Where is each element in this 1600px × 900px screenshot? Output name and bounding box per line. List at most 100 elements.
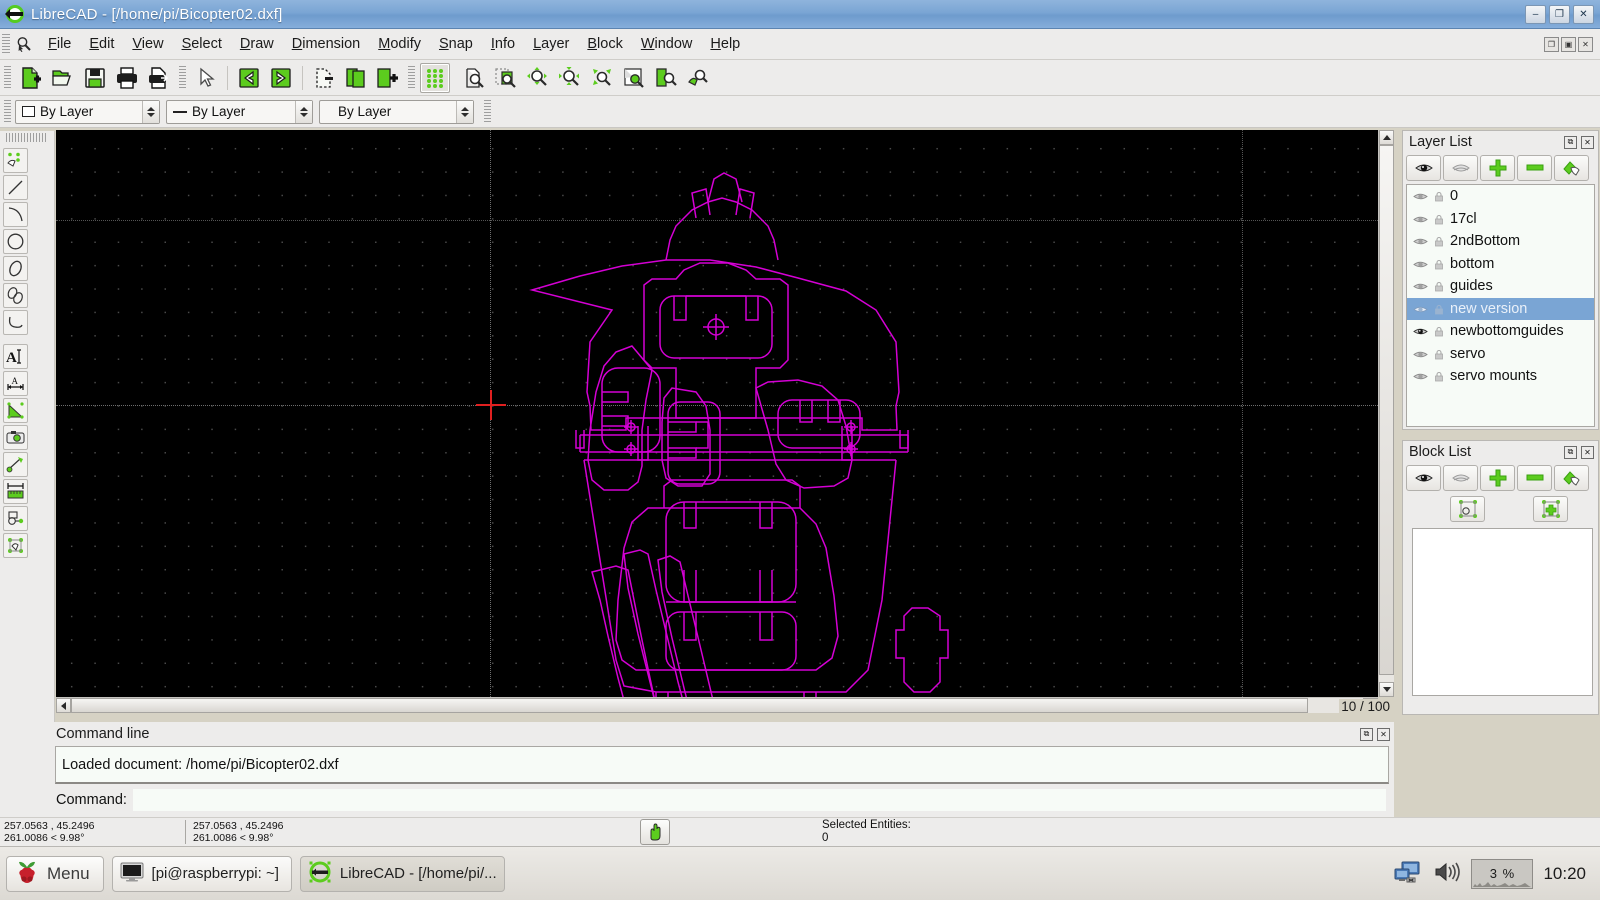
- layer-list-float-button[interactable]: ⧉: [1564, 135, 1577, 149]
- copy-icon[interactable]: [341, 63, 371, 93]
- vertical-scroll-thumb[interactable]: [1379, 145, 1394, 675]
- zoom-page-icon[interactable]: [651, 63, 681, 93]
- layer-row[interactable]: bottom: [1407, 253, 1594, 276]
- zoom-window-icon[interactable]: [459, 63, 489, 93]
- taskbar-window-terminal[interactable]: [pi@raspberrypi: ~]: [111, 855, 292, 892]
- modify-tool-icon[interactable]: [3, 452, 28, 477]
- menu-modify[interactable]: Modify: [369, 32, 430, 56]
- open-file-icon[interactable]: [48, 63, 78, 93]
- file-toolbar-handle[interactable]: [4, 65, 11, 90]
- layer-visibility-icon[interactable]: [1413, 235, 1428, 247]
- new-file-icon[interactable]: [16, 63, 46, 93]
- canvas-horizontal-scrollbar[interactable]: [56, 697, 1378, 713]
- canvas-vertical-scrollbar[interactable]: [1378, 130, 1394, 697]
- arc-tool-icon[interactable]: [3, 202, 28, 227]
- menu-view[interactable]: View: [123, 32, 172, 56]
- zoom-redraw-icon[interactable]: [683, 63, 713, 93]
- layer-row[interactable]: 2ndBottom: [1407, 230, 1594, 253]
- cpu-monitor[interactable]: 3 %: [1471, 858, 1534, 889]
- maximize-button[interactable]: ❐: [1549, 4, 1570, 24]
- layer-visibility-icon[interactable]: [1413, 190, 1428, 202]
- point-tool-icon[interactable]: [3, 148, 28, 173]
- menu-draw[interactable]: Draw: [231, 32, 283, 56]
- block-list-items[interactable]: [1412, 528, 1593, 696]
- layer-row-selected[interactable]: new version: [1407, 297, 1594, 320]
- close-button[interactable]: ✕: [1573, 4, 1594, 24]
- zoom-out-icon[interactable]: [555, 63, 585, 93]
- hatch-tool-icon[interactable]: [3, 398, 28, 423]
- info-tool-icon[interactable]: [3, 506, 28, 531]
- select-pointer-icon[interactable]: [191, 63, 221, 93]
- circle-tool-icon[interactable]: [3, 229, 28, 254]
- hide-all-blocks-icon[interactable]: [1443, 465, 1478, 491]
- menu-dimension[interactable]: Dimension: [283, 32, 370, 56]
- spline-tool-icon[interactable]: [3, 310, 28, 335]
- print-icon[interactable]: [112, 63, 142, 93]
- start-menu-button[interactable]: Menu: [6, 855, 104, 892]
- grid-toolbar-handle[interactable]: [408, 65, 415, 90]
- layer-visibility-icon[interactable]: [1413, 280, 1428, 292]
- cut-icon[interactable]: [309, 63, 339, 93]
- layer-row[interactable]: newbottomguides: [1407, 320, 1594, 343]
- layer-visibility-icon[interactable]: [1413, 370, 1428, 382]
- menu-window[interactable]: Window: [632, 32, 702, 56]
- document-close-button[interactable]: ✕: [1578, 36, 1593, 52]
- horizontal-scroll-thumb[interactable]: [71, 698, 1308, 713]
- network-disconnected-icon[interactable]: [1393, 859, 1423, 888]
- ellipse-tool-icon[interactable]: [3, 256, 28, 281]
- grid-toggle-icon[interactable]: [420, 62, 450, 93]
- minimize-button[interactable]: –: [1525, 4, 1546, 24]
- text-tool-icon[interactable]: A: [3, 344, 28, 369]
- linewidth-combo[interactable]: By Layer: [319, 99, 474, 124]
- layer-row[interactable]: 0: [1407, 185, 1594, 208]
- ellipse-arc-tool-icon[interactable]: [3, 283, 28, 308]
- layer-visibility-icon[interactable]: [1413, 213, 1428, 225]
- linewidth-combo-arrow[interactable]: [456, 100, 473, 123]
- print-preview-icon[interactable]: [144, 63, 174, 93]
- insert-block-icon[interactable]: [1450, 496, 1485, 522]
- edit-layer-icon[interactable]: [1554, 155, 1589, 181]
- show-all-layers-icon[interactable]: [1406, 155, 1441, 181]
- layer-lock-icon[interactable]: [1434, 348, 1444, 360]
- paste-icon[interactable]: [373, 63, 403, 93]
- undo-icon[interactable]: [234, 63, 264, 93]
- menu-file[interactable]: File: [39, 32, 80, 56]
- scroll-down-button[interactable]: [1379, 682, 1394, 697]
- command-input[interactable]: [132, 789, 1386, 811]
- layer-row[interactable]: servo: [1407, 343, 1594, 366]
- color-combo-arrow[interactable]: [142, 100, 159, 123]
- color-combo[interactable]: By Layer: [15, 99, 160, 124]
- volume-icon[interactable]: [1433, 860, 1461, 887]
- menu-snap[interactable]: Snap: [430, 32, 482, 56]
- layer-lock-icon[interactable]: [1434, 258, 1444, 270]
- edit-block-icon[interactable]: [1554, 465, 1589, 491]
- line-tool-icon[interactable]: [3, 175, 28, 200]
- layer-lock-icon[interactable]: [1434, 325, 1444, 337]
- scroll-up-button[interactable]: [1379, 130, 1394, 145]
- scroll-left-button[interactable]: [56, 698, 71, 713]
- layer-list-close-button[interactable]: ✕: [1581, 135, 1594, 149]
- hand-pan-icon[interactable]: [640, 819, 670, 845]
- layer-lock-icon[interactable]: [1434, 213, 1444, 225]
- linetype-combo-arrow[interactable]: [295, 100, 312, 123]
- menu-drag-handle[interactable]: [2, 34, 10, 54]
- document-restore-button[interactable]: ❐: [1544, 36, 1559, 52]
- zoom-pointer-icon[interactable]: [13, 33, 35, 55]
- layer-visibility-icon[interactable]: [1413, 325, 1428, 337]
- redo-icon[interactable]: [266, 63, 296, 93]
- hide-all-layers-icon[interactable]: [1443, 155, 1478, 181]
- layer-visibility-icon[interactable]: [1413, 303, 1428, 315]
- save-file-icon[interactable]: [80, 63, 110, 93]
- layer-visibility-icon[interactable]: [1413, 258, 1428, 270]
- layer-lock-icon[interactable]: [1434, 370, 1444, 382]
- zoom-in-icon[interactable]: [523, 63, 553, 93]
- measure-tool-icon[interactable]: [3, 479, 28, 504]
- menu-layer[interactable]: Layer: [524, 32, 578, 56]
- block-list-close-button[interactable]: ✕: [1581, 445, 1594, 459]
- layer-lock-icon[interactable]: [1434, 190, 1444, 202]
- command-line-float-button[interactable]: ⧉: [1360, 727, 1373, 741]
- menu-select[interactable]: Select: [173, 32, 231, 56]
- zoom-previous-icon[interactable]: [619, 63, 649, 93]
- layer-lock-icon[interactable]: [1434, 303, 1444, 315]
- menu-edit[interactable]: Edit: [80, 32, 123, 56]
